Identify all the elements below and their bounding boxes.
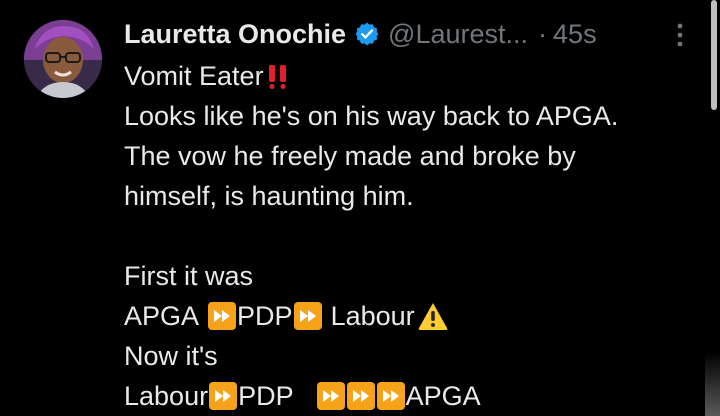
tweet-line: himself, is haunting him. <box>124 176 704 216</box>
party-name: APGA <box>405 381 481 411</box>
fast-forward-emoji <box>316 382 345 410</box>
tweet-line-text: The vow he freely made and broke by <box>124 141 576 171</box>
tweet-line-text: Now it's <box>124 341 218 371</box>
tweet-line-text: Vomit Eater <box>124 61 264 91</box>
tweet-line: Looks like he's on his way back to APGA. <box>124 96 704 136</box>
party-name: PDP <box>237 301 293 331</box>
tweet-timestamp[interactable]: 45s <box>553 19 597 50</box>
tweet-line: Labour PDP APGA <box>124 376 704 416</box>
double-exclamation-emoji <box>266 62 290 90</box>
party-name: Labour <box>330 301 415 331</box>
tweet-header: Lauretta Onochie @Laurest... · 45s <box>124 16 597 52</box>
fast-forward-emoji <box>376 382 405 410</box>
fast-forward-emoji <box>293 302 322 330</box>
tweet-line: First it was <box>124 256 704 296</box>
party-name: PDP <box>238 381 294 411</box>
avatar[interactable] <box>24 20 102 98</box>
author-display-name[interactable]: Lauretta Onochie <box>124 19 346 50</box>
tweet-line: APGA PDP Labour <box>124 296 704 336</box>
scrollbar-thumb[interactable] <box>711 0 717 110</box>
more-vertical-icon[interactable] <box>672 20 688 50</box>
fast-forward-emoji <box>209 382 238 410</box>
tweet-line-text: himself, is haunting him. <box>124 181 414 211</box>
tweet-line: Vomit Eater <box>124 56 704 96</box>
tweet-line: Now it's <box>124 336 704 376</box>
author-handle[interactable]: @Laurest... <box>388 19 528 50</box>
verified-badge-icon <box>354 21 380 47</box>
fast-forward-emoji <box>346 382 375 410</box>
fast-forward-emoji <box>208 302 237 330</box>
tweet-line-text: Looks like he's on his way back to APGA. <box>124 101 619 131</box>
tweet-line: The vow he freely made and broke by <box>124 136 704 176</box>
tweet[interactable]: Lauretta Onochie @Laurest... · 45s Vomit… <box>0 0 720 416</box>
tweet-line-text: First it was <box>124 261 254 291</box>
party-name: APGA <box>124 301 200 331</box>
scroll-indicator[interactable] <box>705 352 720 416</box>
separator-dot: · <box>538 18 548 49</box>
party-name: Labour <box>124 381 209 411</box>
avatar-photo <box>24 20 102 98</box>
tweet-text: Vomit Eater Looks like he's on his way b… <box>124 56 704 416</box>
warning-emoji <box>417 301 449 331</box>
